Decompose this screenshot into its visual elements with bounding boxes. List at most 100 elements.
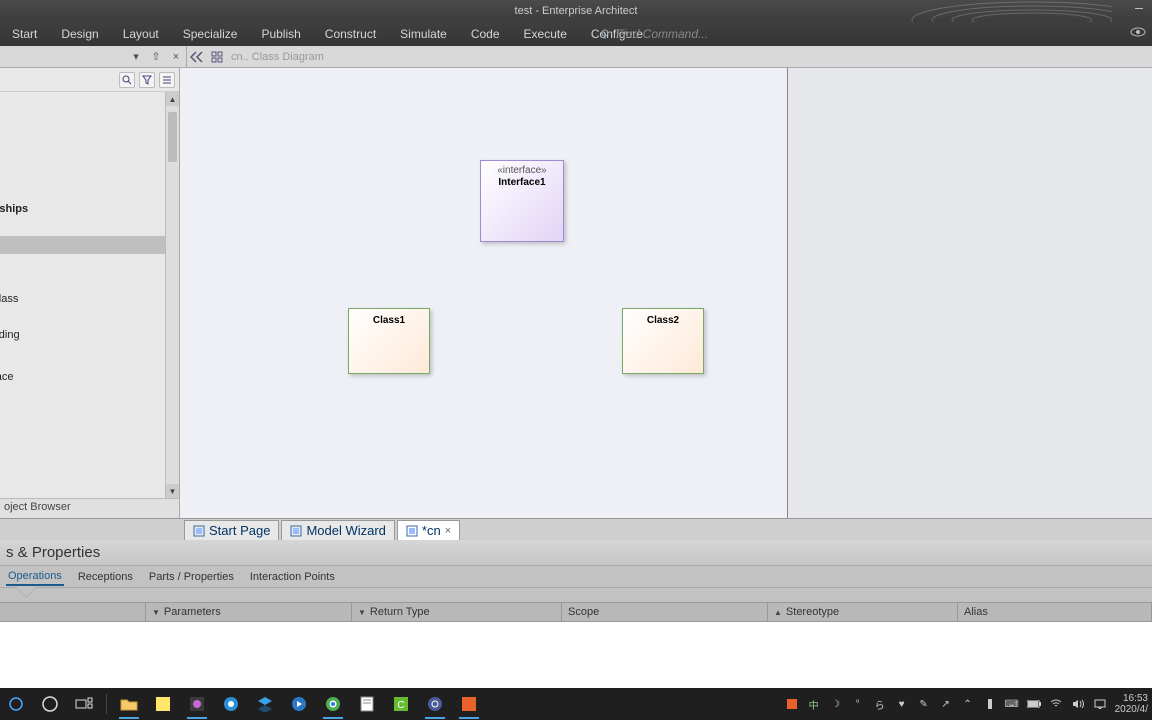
column-label: Alias — [964, 606, 988, 618]
close-icon[interactable]: × — [445, 525, 451, 537]
toolbox-item[interactable]: ciation — [0, 182, 165, 200]
minimize-button[interactable]: – — [1132, 2, 1146, 16]
tray-icon[interactable]: ☽ — [829, 697, 843, 711]
doc-tab[interactable]: *cn× — [397, 520, 460, 540]
tray-chevron-icon[interactable]: ⌃ — [961, 697, 975, 711]
app2-icon[interactable] — [219, 692, 243, 716]
grid-icon[interactable] — [209, 49, 225, 65]
column-header[interactable]: Scope — [562, 603, 768, 621]
sticky-icon[interactable] — [151, 692, 175, 716]
tray-icon[interactable]: ° — [851, 697, 865, 711]
ea-icon[interactable] — [423, 692, 447, 716]
menu-icon[interactable] — [159, 72, 175, 88]
node-class2[interactable]: Class2 — [622, 308, 704, 374]
menu-item-start[interactable]: Start — [0, 22, 49, 46]
tray-icon[interactable]: ら — [873, 697, 887, 711]
properties-subtab[interactable]: Parts / Properties — [147, 569, 236, 585]
node-stereotype: «interface» — [481, 165, 563, 176]
tray-icon[interactable]: ✎ — [917, 697, 931, 711]
toolbox-item[interactable]: Relationships — [0, 200, 165, 218]
toolbox-item[interactable]: ralize — [0, 236, 165, 254]
node-interface1[interactable]: «interface» Interface1 — [480, 160, 564, 242]
scroll-thumb[interactable] — [168, 112, 177, 162]
find-command[interactable]: Find Command... — [600, 27, 708, 41]
node-class1[interactable]: Class1 — [348, 308, 430, 374]
scroll-down-icon[interactable]: ▼ — [166, 484, 179, 498]
visibility-icon[interactable] — [1130, 26, 1146, 38]
clock[interactable]: 16:53 2020/4/ — [1115, 693, 1148, 715]
app1-icon[interactable] — [185, 692, 209, 716]
toolbox-item[interactable]: e Parts — [0, 344, 165, 362]
node-name: Interface1 — [481, 177, 563, 188]
toolbox-item[interactable]: egate — [0, 272, 165, 290]
toolbox-item[interactable]: ace — [0, 92, 165, 110]
app3-icon[interactable] — [253, 692, 277, 716]
properties-columns: ▼Parameters▼Return Type Scope ▲Stereotype A… — [0, 602, 1152, 622]
menu-item-simulate[interactable]: Simulate — [388, 22, 459, 46]
start-icon[interactable] — [4, 692, 28, 716]
tray-usb-icon[interactable] — [983, 697, 997, 711]
filter-icon[interactable] — [139, 72, 155, 88]
toolbox-item[interactable]: pose — [0, 254, 165, 272]
properties-subtab[interactable]: Interaction Points — [248, 569, 337, 585]
tab-icon — [193, 525, 205, 537]
properties-subtab[interactable]: Operations — [6, 568, 64, 586]
column-label: Parameters — [164, 606, 221, 618]
column-header[interactable]: ▼Return Type — [352, 603, 562, 621]
menu-item-design[interactable]: Design — [49, 22, 110, 46]
explorer-icon[interactable] — [117, 692, 141, 716]
search-icon[interactable] — [119, 72, 135, 88]
toolbox-footer[interactable]: oject Browser — [0, 498, 179, 518]
column-header[interactable]: Alias — [958, 603, 1152, 621]
menu-item-execute[interactable]: Execute — [512, 22, 579, 46]
menu-item-code[interactable]: Code — [459, 22, 512, 46]
tray-battery-icon[interactable] — [1027, 697, 1041, 711]
app6-icon[interactable] — [457, 692, 481, 716]
menu-item-publish[interactable]: Publish — [249, 22, 312, 46]
tray-icon[interactable]: 中 — [807, 697, 821, 711]
tray-volume-icon[interactable] — [1071, 697, 1085, 711]
chrome-icon[interactable] — [321, 692, 345, 716]
tray-icon[interactable] — [785, 697, 799, 711]
notepad-icon[interactable] — [355, 692, 379, 716]
doc-tab[interactable]: Start Page — [184, 520, 279, 540]
menu-item-construct[interactable]: Construct — [313, 22, 388, 46]
diagram-canvas[interactable]: «interface» Interface1 Class1 Class2 — [180, 68, 788, 518]
toolbox-item[interactable]: Type — [0, 110, 165, 128]
cortana-icon[interactable] — [38, 692, 62, 716]
toolbox-item[interactable]: iate — [0, 218, 165, 236]
app4-icon[interactable] — [287, 692, 311, 716]
toolbox-item[interactable]: se Interface — [0, 368, 165, 386]
back-icon[interactable] — [189, 49, 205, 65]
toolbox-item[interactable]: plate Binding — [0, 326, 165, 344]
column-label: Scope — [568, 606, 599, 618]
column-header[interactable] — [0, 603, 146, 621]
menu-item-specialize[interactable]: Specialize — [171, 22, 250, 46]
doc-tab[interactable]: Model Wizard — [281, 520, 394, 540]
toolbox-scrollbar[interactable]: ▲ ▼ — [165, 92, 179, 498]
tray-wifi-icon[interactable] — [1049, 697, 1063, 711]
toolbox-item[interactable]: tive — [0, 146, 165, 164]
properties-body[interactable] — [0, 622, 1152, 690]
app5-icon[interactable]: C — [389, 692, 413, 716]
column-header[interactable]: ▲Stereotype — [768, 603, 958, 621]
tray-icon[interactable]: ↗ — [939, 697, 953, 711]
toolbox-item[interactable]: e — [0, 308, 165, 326]
tray-notif-icon[interactable] — [1093, 697, 1107, 711]
scroll-up-icon[interactable]: ▲ — [166, 92, 179, 106]
properties-subtab[interactable]: Receptions — [76, 569, 135, 585]
tray-icon[interactable]: ♥ — [895, 697, 909, 711]
dropdown-icon[interactable]: ▾ — [128, 49, 144, 65]
toolbox-item[interactable]: l — [0, 164, 165, 182]
toolbox-item[interactable]: ciation Class — [0, 290, 165, 308]
column-header[interactable]: ▼Parameters — [146, 603, 352, 621]
window-title: test - Enterprise Architect — [515, 5, 638, 17]
tray-lang-icon[interactable]: ⌨ — [1005, 697, 1019, 711]
close-panel-icon[interactable]: × — [168, 49, 184, 65]
node-name: Class1 — [349, 315, 429, 326]
pin-icon[interactable]: ⇧ — [148, 49, 164, 65]
toolbox-item[interactable]: eration — [0, 128, 165, 146]
document-tabs: Start PageModel Wizard*cn× — [0, 518, 1152, 540]
taskview-icon[interactable] — [72, 692, 96, 716]
menu-item-layout[interactable]: Layout — [111, 22, 171, 46]
